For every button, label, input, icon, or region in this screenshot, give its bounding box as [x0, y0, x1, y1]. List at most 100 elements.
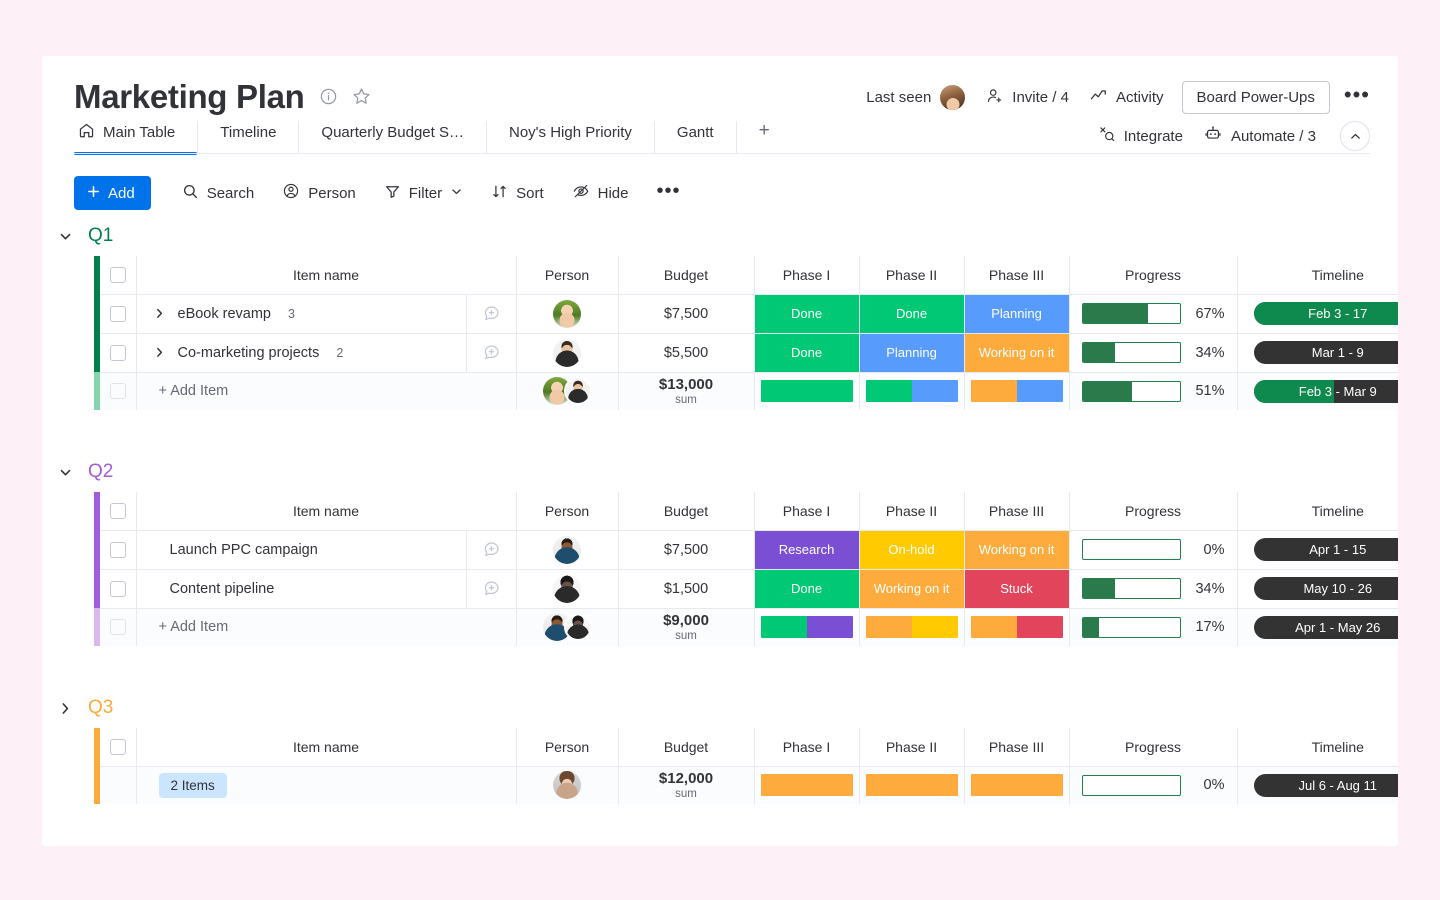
cell-add-comment[interactable]: [466, 333, 517, 373]
row-select-cell[interactable]: [100, 294, 137, 334]
tab-quarterly-budget[interactable]: Quarterly Budget S…: [299, 121, 487, 154]
search-button[interactable]: Search: [171, 176, 266, 211]
star-icon[interactable]: [351, 86, 372, 107]
tab-gantt[interactable]: Gantt: [655, 121, 737, 154]
select-all-checkbox[interactable]: [109, 266, 126, 283]
cell-phase2[interactable]: Working on it: [859, 569, 965, 609]
chevron-down-icon[interactable]: [56, 463, 74, 481]
column-header-timeline[interactable]: Timeline: [1237, 728, 1398, 767]
row-select-cell[interactable]: [100, 569, 137, 609]
select-all-cell[interactable]: [100, 256, 137, 295]
cell-phase2[interactable]: On-hold: [859, 530, 965, 570]
filter-button[interactable]: Filter: [373, 176, 474, 211]
cell-budget[interactable]: $5,500: [618, 333, 755, 373]
avatar[interactable]: [553, 299, 582, 328]
cell-budget[interactable]: $7,500: [618, 294, 755, 334]
column-header-item-name[interactable]: Item name: [136, 728, 517, 767]
cell-item-name[interactable]: Content pipeline: [136, 569, 467, 609]
chevron-right-icon[interactable]: [153, 346, 166, 359]
row-checkbox[interactable]: [109, 580, 126, 597]
timeline-pill[interactable]: Apr 1 - 15: [1253, 538, 1398, 561]
add-item-button[interactable]: + Add Item: [137, 383, 516, 399]
tab-timeline[interactable]: Timeline: [198, 121, 300, 154]
avatar[interactable]: [939, 84, 967, 111]
column-header-budget[interactable]: Budget: [618, 256, 755, 295]
select-all-checkbox[interactable]: [109, 738, 126, 755]
select-all-checkbox[interactable]: [109, 502, 126, 519]
invite-button[interactable]: Invite / 4: [976, 81, 1079, 115]
table-row[interactable]: Content pipeline $1,500 Done Working on …: [94, 569, 1398, 609]
cell-phase3[interactable]: Working on it: [964, 333, 1070, 373]
avatar[interactable]: [553, 574, 582, 603]
tab-noys-high-priority[interactable]: Noy's High Priority: [487, 121, 655, 154]
chevron-right-icon[interactable]: [153, 307, 166, 320]
column-header-item-name[interactable]: Item name: [136, 492, 517, 531]
cell-progress[interactable]: 0%: [1069, 530, 1238, 570]
cell-phase1[interactable]: Done: [754, 333, 860, 373]
cell-progress[interactable]: 34%: [1069, 333, 1238, 373]
add-comment-icon[interactable]: [467, 579, 516, 598]
add-item-button[interactable]: + Add Item: [137, 619, 516, 635]
group-name[interactable]: Q3: [88, 697, 113, 719]
select-all-cell[interactable]: [100, 492, 137, 531]
cell-item-name[interactable]: eBook revamp 3: [136, 294, 467, 334]
avatar[interactable]: [553, 535, 582, 564]
collapsed-items-cell[interactable]: 2 Items: [136, 766, 517, 804]
cell-phase3[interactable]: Planning: [964, 294, 1070, 334]
timeline-pill[interactable]: May 10 - 26: [1253, 577, 1398, 600]
toolbar-more-button[interactable]: •••: [645, 181, 691, 201]
cell-person[interactable]: [516, 569, 619, 609]
chevron-down-icon[interactable]: [56, 227, 74, 245]
add-comment-icon[interactable]: [467, 343, 516, 362]
chevron-right-icon[interactable]: [56, 699, 74, 717]
cell-progress[interactable]: 34%: [1069, 569, 1238, 609]
column-header-person[interactable]: Person: [516, 728, 619, 767]
column-header-person[interactable]: Person: [516, 256, 619, 295]
cell-phase1[interactable]: Done: [754, 569, 860, 609]
cell-timeline[interactable]: Feb 3 - 17: [1237, 294, 1398, 334]
row-checkbox[interactable]: [109, 305, 126, 322]
column-header-phase2[interactable]: Phase II: [859, 728, 965, 767]
row-checkbox[interactable]: [109, 344, 126, 361]
cell-progress[interactable]: 67%: [1069, 294, 1238, 334]
cell-budget[interactable]: $7,500: [618, 530, 755, 570]
column-header-phase2[interactable]: Phase II: [859, 256, 965, 295]
add-button[interactable]: Add: [74, 176, 151, 210]
cell-phase1[interactable]: Done: [754, 294, 860, 334]
automate-button[interactable]: Automate / 3: [1193, 118, 1326, 154]
column-header-item-name[interactable]: Item name: [136, 256, 517, 295]
column-header-budget[interactable]: Budget: [618, 728, 755, 767]
activity-button[interactable]: Activity: [1079, 80, 1174, 115]
info-icon[interactable]: [319, 87, 338, 106]
row-select-cell[interactable]: [100, 530, 137, 570]
add-comment-icon[interactable]: [467, 304, 516, 323]
column-header-phase2[interactable]: Phase II: [859, 492, 965, 531]
board-power-ups-button[interactable]: Board Power-Ups: [1181, 81, 1330, 114]
cell-timeline[interactable]: May 10 - 26: [1237, 569, 1398, 609]
cell-phase2[interactable]: Done: [859, 294, 965, 334]
cell-budget[interactable]: $1,500: [618, 569, 755, 609]
cell-add-comment[interactable]: [466, 530, 517, 570]
collapse-header-button[interactable]: [1340, 121, 1370, 151]
last-seen[interactable]: Last seen: [856, 78, 976, 117]
add-item-cell[interactable]: + Add Item: [136, 608, 517, 646]
cell-person[interactable]: [516, 333, 619, 373]
row-select-cell[interactable]: [100, 333, 137, 373]
cell-person[interactable]: [516, 530, 619, 570]
column-header-phase1[interactable]: Phase I: [754, 492, 860, 531]
cell-phase1[interactable]: Research: [754, 530, 860, 570]
column-header-phase1[interactable]: Phase I: [754, 728, 860, 767]
cell-phase2[interactable]: Planning: [859, 333, 965, 373]
person-filter-button[interactable]: Person: [271, 175, 367, 211]
column-header-budget[interactable]: Budget: [618, 492, 755, 531]
column-header-phase1[interactable]: Phase I: [754, 256, 860, 295]
timeline-pill[interactable]: Feb 3 - 17: [1253, 302, 1398, 325]
add-item-cell[interactable]: + Add Item: [136, 372, 517, 410]
items-count-badge[interactable]: 2 Items: [158, 772, 227, 798]
table-row[interactable]: eBook revamp 3 $7,500 Done Done Planning…: [94, 294, 1398, 334]
row-checkbox[interactable]: [109, 541, 126, 558]
tab-main-table[interactable]: Main Table: [74, 121, 199, 155]
cell-add-comment[interactable]: [466, 569, 517, 609]
cell-phase3[interactable]: Working on it: [964, 530, 1070, 570]
column-header-timeline[interactable]: Timeline: [1237, 492, 1398, 531]
